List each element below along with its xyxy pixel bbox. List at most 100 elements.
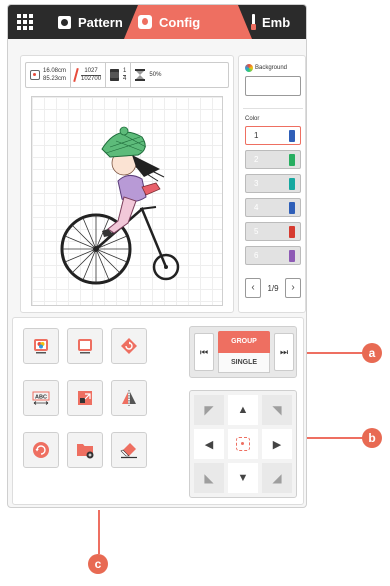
color-current: 1 xyxy=(123,67,127,74)
divider xyxy=(243,108,303,109)
background-label: Background xyxy=(255,65,288,71)
move-down-right-button[interactable]: ◢ xyxy=(262,463,292,493)
color-item[interactable]: 3 xyxy=(245,174,301,193)
center-button[interactable] xyxy=(228,429,258,459)
rotate-circle-icon xyxy=(33,442,49,458)
canvas-panel: 16.08cm 85.23cm 1027 102700 1 4 50% xyxy=(20,55,234,313)
tab-emb[interactable]: Emb xyxy=(251,5,306,39)
stitch-current: 1027 xyxy=(84,67,98,74)
color-list: 1 2 3 4 5 6 xyxy=(245,126,301,270)
text-abc-icon: ABC xyxy=(32,391,50,405)
background-color-swatch[interactable] xyxy=(245,76,301,96)
color-item[interactable]: 5 xyxy=(245,222,301,241)
move-up-button[interactable]: ▲ xyxy=(228,395,258,425)
arrow-up-icon: ▲ xyxy=(237,404,249,416)
rotate-button[interactable] xyxy=(111,328,147,364)
pattern-height: 85.23cm xyxy=(43,76,67,82)
sequence-prev-button[interactable]: ⏮ xyxy=(194,333,214,371)
move-up-left-button[interactable]: ◤ xyxy=(194,395,224,425)
thread-spool-icon xyxy=(289,178,295,190)
embroidery-design-image xyxy=(60,126,180,285)
hoop-color-button[interactable] xyxy=(23,328,59,364)
move-up-right-button[interactable]: ◥ xyxy=(262,395,292,425)
color-index: 1 xyxy=(254,131,259,140)
thread-spool-icon xyxy=(289,226,295,238)
tab-pattern-label: Pattern xyxy=(78,14,123,30)
resize-icon xyxy=(78,391,92,405)
thread-spool-icon xyxy=(289,154,295,166)
folder-add-button[interactable] xyxy=(67,432,103,468)
resize-button[interactable] xyxy=(67,380,103,416)
callout-c-line xyxy=(98,510,100,554)
callout-a-line xyxy=(307,352,363,354)
color-count-info: 1 4 xyxy=(106,63,132,87)
color-index: 6 xyxy=(254,251,259,260)
hoop-icon xyxy=(78,339,92,354)
menu-grid-icon[interactable] xyxy=(12,9,38,35)
tab-config-label: Config xyxy=(159,14,201,30)
mirror-button[interactable] xyxy=(111,380,147,416)
arrow-up-right-icon: ◥ xyxy=(272,403,282,417)
callout-b: b xyxy=(362,428,382,448)
palette-icon xyxy=(245,64,253,72)
hoop-color-icon xyxy=(34,339,48,354)
move-down-left-button[interactable]: ◣ xyxy=(194,463,224,493)
background-label-row: Background xyxy=(245,64,287,72)
rotate-circle-button[interactable] xyxy=(23,432,59,468)
sequence-next-button[interactable]: ⏭ xyxy=(274,333,294,371)
arrow-up-left-icon: ◤ xyxy=(204,403,214,417)
move-down-button[interactable]: ▼ xyxy=(228,463,258,493)
thread-spool-icon xyxy=(110,69,120,81)
arrow-down-left-icon: ◣ xyxy=(204,471,214,485)
color-item[interactable]: 1 xyxy=(245,126,301,145)
chevron-left-icon[interactable]: ‹ xyxy=(245,278,261,298)
move-dpad: ◤ ▲ ◥ ◀ ▶ ◣ ▼ ◢ xyxy=(189,390,297,498)
color-index: 3 xyxy=(254,179,259,188)
embroidery-app-window: Pattern Config Emb 16.08cm 85.23cm 1027 … xyxy=(7,4,307,508)
color-side-panel: Background Color 1 2 3 4 5 6 ‹ 1/9 › xyxy=(238,55,306,313)
tab-emb-label: Emb xyxy=(262,14,291,30)
arrow-down-right-icon: ◢ xyxy=(272,471,282,485)
move-left-button[interactable]: ◀ xyxy=(194,429,224,459)
color-item[interactable]: 2 xyxy=(245,150,301,169)
text-button[interactable]: ABC xyxy=(23,380,59,416)
thread-spool-icon xyxy=(289,250,295,262)
stitch-needle-icon xyxy=(73,67,79,83)
group-button[interactable]: GROUP xyxy=(218,331,270,353)
color-index: 2 xyxy=(254,155,259,164)
thread-spool-icon xyxy=(289,202,295,214)
pattern-icon xyxy=(58,15,71,29)
sequence-selector: ⏮ GROUP SINGLE ⏭ xyxy=(189,326,297,378)
pattern-info-bar: 16.08cm 85.23cm 1027 102700 1 4 50% xyxy=(25,62,229,88)
skip-previous-icon: ⏮ xyxy=(199,347,209,357)
single-button[interactable]: SINGLE xyxy=(218,353,270,373)
color-item[interactable]: 6 xyxy=(245,246,301,265)
hourglass-icon xyxy=(135,69,146,81)
size-info: 16.08cm 85.23cm xyxy=(26,63,72,87)
color-label: Color xyxy=(245,116,260,122)
config-icon xyxy=(138,15,152,29)
eraser-button[interactable] xyxy=(111,432,147,468)
color-index: 4 xyxy=(254,203,259,212)
embroidery-preview-canvas[interactable] xyxy=(31,96,223,306)
move-right-button[interactable]: ▶ xyxy=(262,429,292,459)
svg-text:ABC: ABC xyxy=(35,395,47,401)
rotate-icon xyxy=(121,338,137,354)
mirror-icon xyxy=(122,390,136,406)
eraser-icon xyxy=(120,443,137,459)
page-indicator: 1/9 xyxy=(267,283,279,293)
arrow-left-icon: ◀ xyxy=(204,438,214,451)
needle-icon xyxy=(251,14,256,30)
color-item[interactable]: 4 xyxy=(245,198,301,217)
progress-info: 50% xyxy=(131,63,165,87)
center-target-icon xyxy=(236,437,250,451)
chevron-right-icon[interactable]: › xyxy=(285,278,301,298)
stitch-total: 102700 xyxy=(81,75,102,82)
hoop-size-icon xyxy=(30,70,40,80)
color-pager: ‹ 1/9 › xyxy=(245,278,301,298)
hoop-select-button[interactable] xyxy=(67,328,103,364)
callout-b-line xyxy=(307,437,363,439)
skip-next-icon: ⏭ xyxy=(279,347,289,357)
arrow-down-icon: ▼ xyxy=(237,472,249,484)
tab-config[interactable]: Config xyxy=(124,5,252,39)
